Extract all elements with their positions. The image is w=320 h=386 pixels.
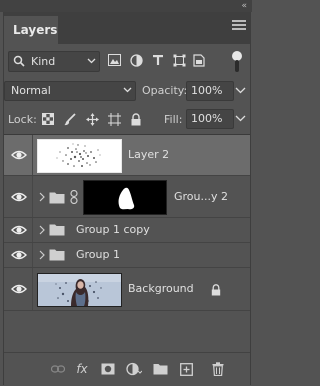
- layers-panel: Layers Kind Normal Opacity: 100% Lock: F…: [3, 12, 251, 386]
- chevron-right-icon[interactable]: [38, 192, 46, 202]
- eye-icon[interactable]: [11, 149, 27, 161]
- smart-object-filter-icon[interactable]: [191, 52, 207, 68]
- opacity-chevron-icon[interactable]: [234, 81, 247, 99]
- lock-icon: [211, 284, 221, 296]
- divider: [32, 243, 33, 267]
- shape-filter-icon[interactable]: [171, 52, 187, 68]
- new-group-icon[interactable]: [152, 361, 168, 377]
- panel-top-strip: «: [0, 0, 252, 12]
- layer-name[interactable]: Group 1: [76, 248, 120, 261]
- blend-mode-select[interactable]: Normal: [4, 81, 136, 101]
- layer-name[interactable]: Layer 2: [128, 148, 169, 161]
- blend-mode-value: Normal: [11, 84, 51, 97]
- layer-thumbnail: [37, 273, 122, 307]
- layer-thumbnail: [37, 139, 122, 173]
- tab-bar: Layers: [4, 12, 250, 44]
- opacity-input[interactable]: 100%: [186, 81, 234, 101]
- link-icon[interactable]: [70, 190, 78, 204]
- bottom-toolbar: fx: [4, 352, 250, 386]
- layer-row-group-1-copy[interactable]: Group 1 copy: [4, 218, 250, 243]
- new-layer-icon[interactable]: [178, 361, 194, 377]
- mask-thumbnail: [83, 180, 167, 215]
- chevron-right-icon[interactable]: [38, 225, 46, 235]
- link-layers-icon[interactable]: [50, 361, 66, 377]
- add-mask-icon[interactable]: [100, 361, 116, 377]
- lock-artboard-icon[interactable]: [106, 111, 122, 127]
- lock-row: Lock: Fill: 100%: [4, 109, 250, 131]
- layer-name[interactable]: Grou...y 2: [174, 190, 228, 203]
- divider: [32, 218, 33, 242]
- image-filter-icon[interactable]: [106, 52, 122, 68]
- fx-button[interactable]: fx: [74, 361, 90, 377]
- chevron-down-icon: [123, 87, 132, 93]
- layer-name[interactable]: Background: [128, 282, 194, 295]
- folder-icon: [49, 224, 65, 236]
- divider: [32, 135, 33, 175]
- opacity-label: Opacity:: [142, 84, 188, 97]
- eye-icon[interactable]: [11, 224, 27, 236]
- folder-icon: [49, 192, 65, 204]
- blend-row: Normal Opacity: 100%: [4, 81, 250, 103]
- tab-layers[interactable]: Layers: [4, 16, 58, 44]
- fill-chevron-icon[interactable]: [234, 109, 247, 127]
- opacity-value: 100%: [191, 84, 223, 97]
- fill-value: 100%: [191, 112, 223, 125]
- chevron-right-icon[interactable]: [38, 250, 46, 260]
- layer-row-group-1[interactable]: Group 1: [4, 243, 250, 268]
- divider: [32, 268, 33, 310]
- filter-row: Kind: [4, 50, 250, 72]
- lock-all-icon[interactable]: [128, 111, 144, 127]
- lock-transparent-pixels-icon[interactable]: [40, 111, 56, 127]
- layer-row-layer-2[interactable]: Layer 2: [4, 135, 250, 176]
- adjustment-layer-icon[interactable]: [126, 361, 142, 377]
- type-filter-icon[interactable]: [150, 52, 166, 68]
- trash-icon[interactable]: [210, 361, 226, 377]
- lock-image-pixels-icon[interactable]: [62, 111, 78, 127]
- chevron-down-icon: [87, 58, 96, 64]
- divider: [32, 176, 33, 217]
- lock-position-icon[interactable]: [84, 111, 100, 127]
- fill-input[interactable]: 100%: [186, 109, 234, 129]
- search-icon: [13, 55, 25, 67]
- eye-icon[interactable]: [11, 283, 27, 295]
- panel-menu-icon[interactable]: [232, 20, 246, 32]
- kind-filter-select[interactable]: Kind: [8, 51, 100, 72]
- kind-label: Kind: [31, 55, 56, 68]
- layer-row-background[interactable]: Background: [4, 268, 250, 311]
- fill-label: Fill:: [164, 113, 183, 126]
- filter-toggle[interactable]: [232, 51, 242, 73]
- eye-icon[interactable]: [11, 191, 27, 203]
- lock-label: Lock:: [8, 113, 37, 126]
- collapse-icon[interactable]: «: [241, 1, 246, 11]
- adjustment-filter-icon[interactable]: [128, 52, 144, 68]
- folder-icon: [49, 249, 65, 261]
- layer-name[interactable]: Group 1 copy: [76, 223, 150, 236]
- layer-row-group-y-2[interactable]: Grou...y 2: [4, 176, 250, 218]
- eye-icon[interactable]: [11, 249, 27, 261]
